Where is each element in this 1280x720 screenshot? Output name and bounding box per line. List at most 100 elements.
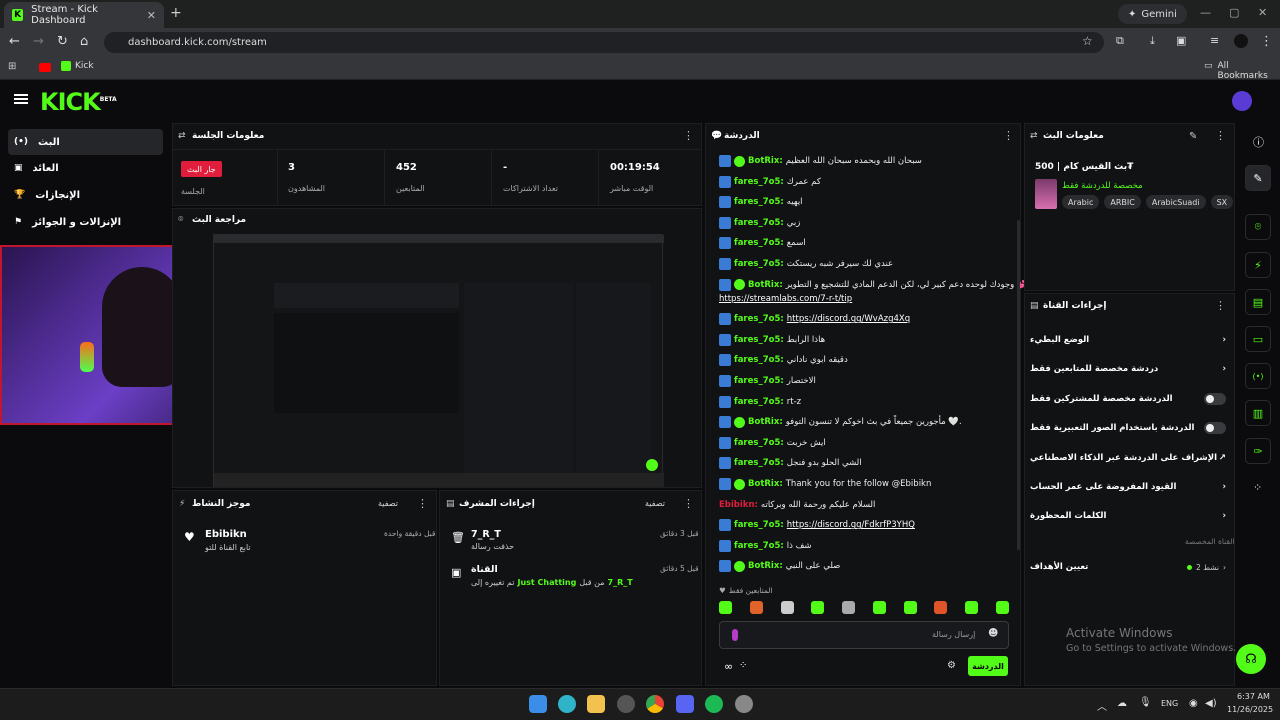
chat-username[interactable]: fares_7o5: [734, 438, 784, 448]
chat-username[interactable]: fares_7o5: [734, 218, 784, 228]
chat-link[interactable]: https://discord.gg/FdkrfP3YHQ [787, 520, 915, 530]
settings-links-icon[interactable]: ∞ [724, 660, 733, 673]
emote-only-toggle[interactable] [1204, 422, 1226, 434]
obs-icon[interactable] [617, 695, 635, 713]
chat-username[interactable]: Ebibikn: [719, 500, 758, 510]
emote-icon[interactable] [811, 601, 825, 614]
activity-filter-button[interactable]: تصفية [378, 499, 398, 508]
chat-username[interactable]: fares_7o5: [734, 197, 784, 207]
chrome-icon[interactable] [646, 695, 664, 713]
chat-link[interactable]: https://discord.gg/WvAzg4Xq [787, 314, 910, 324]
maximize-button[interactable]: ▢ [1229, 6, 1239, 19]
browser-tab[interactable]: K Stream - Kick Dashboard ✕ [4, 2, 164, 28]
user-avatar[interactable] [1232, 91, 1252, 111]
list-rail-icon[interactable]: ▥ [1245, 400, 1271, 426]
chat-menu-icon[interactable]: ⋮ [1003, 129, 1014, 142]
close-window-button[interactable]: ✕ [1258, 6, 1267, 19]
kick-bookmark[interactable]: Kick [75, 61, 94, 71]
support-chat-button[interactable]: ☊ [1236, 644, 1266, 674]
emote-icon[interactable] [903, 601, 917, 614]
subscribers-only-toggle[interactable] [1204, 393, 1226, 405]
mod-menu-icon[interactable]: ⋮ [683, 497, 694, 510]
chat-link[interactable]: https://streamlabs.com/7-r-t/tip [719, 294, 852, 304]
sidebar-item-stream[interactable]: (•) البث [8, 129, 163, 155]
chat-rail-icon[interactable]: ▭ [1245, 326, 1271, 352]
chat-username[interactable]: BotRix: [748, 479, 783, 489]
close-tab-icon[interactable]: ✕ [147, 9, 156, 22]
home-icon[interactable]: ⌂ [80, 34, 88, 49]
hamburger-menu-icon[interactable] [14, 94, 28, 104]
new-tab-button[interactable]: + [170, 5, 182, 21]
wifi-icon[interactable]: ◉ [1189, 698, 1198, 709]
browser-menu-icon[interactable]: ⋮ [1260, 34, 1273, 49]
chat-input[interactable]: إرسال رسالة ☻ [719, 621, 1009, 649]
minimize-button[interactable]: — [1200, 6, 1211, 19]
send-chat-button[interactable]: الدردشة [968, 656, 1008, 676]
emote-icon[interactable] [749, 601, 763, 614]
category-name[interactable]: مخصصة للدردشة فقط [1062, 181, 1143, 191]
edit-icon[interactable]: ✎ [1189, 131, 1197, 142]
youtube-bookmark-icon[interactable] [39, 63, 51, 72]
download-icon[interactable]: ⤓ [1150, 34, 1155, 48]
chat-username[interactable]: fares_7o5: [734, 355, 784, 365]
reload-icon[interactable]: ↻ [57, 34, 68, 49]
account-age-row[interactable]: القيود المفروضة على عمر الحساب › [1030, 479, 1226, 495]
chat-username[interactable]: fares_7o5: [734, 314, 784, 324]
users-icon[interactable]: ⁘ [739, 660, 747, 671]
chat-username[interactable]: fares_7o5: [734, 520, 784, 530]
profile-avatar[interactable] [1234, 34, 1248, 48]
edit-rail-icon[interactable]: ✎ [1245, 165, 1271, 191]
clock-date[interactable]: 11/26/2025 [1227, 705, 1273, 714]
reading-list-icon[interactable]: ≡ [1210, 34, 1219, 47]
users-rail-icon[interactable]: ⁘ [1253, 481, 1262, 494]
sidebar-item-drops[interactable]: ⚑ الإنزالات و الجوائز [8, 209, 163, 235]
settings-app-icon[interactable] [735, 695, 753, 713]
tag[interactable]: ArabicSuadi [1145, 195, 1206, 209]
extensions-icon[interactable]: ⧉ [1116, 34, 1124, 48]
chat-username[interactable]: fares_7o5: [734, 177, 784, 187]
language-indicator[interactable]: ENG [1161, 699, 1178, 708]
kick-logo[interactable]: KICKBETA [40, 88, 117, 116]
all-bookmarks[interactable]: ▭ All Bookmarks [1204, 61, 1280, 81]
cloud-icon[interactable]: ☁ [1117, 698, 1127, 709]
emote-icon[interactable] [934, 601, 948, 614]
ai-moderation-row[interactable]: الإشراف على الدردشة عبر الذكاء الاصطناعي… [1030, 450, 1226, 466]
wrench-rail-icon[interactable]: ✑ [1245, 438, 1271, 464]
bookmark-star-icon[interactable]: ☆ [1082, 34, 1093, 48]
stream-video[interactable] [213, 234, 664, 487]
mic-icon[interactable] [732, 629, 738, 641]
lightning-rail-icon[interactable]: ⚡ [1245, 252, 1271, 278]
clock-time[interactable]: 6:37 AM [1237, 692, 1270, 701]
chat-username[interactable]: fares_7o5: [734, 238, 784, 248]
spotify-icon[interactable] [705, 695, 723, 713]
discord-icon[interactable] [676, 695, 694, 713]
followers-only-row[interactable]: دردشة مخصصة للمتابعين فقط › [1030, 361, 1226, 377]
activity-menu-icon[interactable]: ⋮ [417, 497, 428, 510]
tag[interactable]: SX [1210, 195, 1234, 209]
chat-scrollbar[interactable] [1017, 220, 1020, 550]
info-circle-icon[interactable]: ⓘ [1253, 134, 1264, 150]
emote-icon[interactable] [719, 601, 732, 614]
gemini-button[interactable]: ✦ Gemini [1118, 4, 1187, 24]
url-field[interactable]: dashboard.kick.com/stream [104, 32, 1104, 53]
emoji-icon[interactable]: ☻ [988, 628, 998, 639]
chat-username[interactable]: fares_7o5: [734, 541, 784, 551]
emote-icon[interactable] [842, 601, 856, 614]
volume-icon[interactable]: ◀) [1205, 698, 1217, 709]
emote-icon[interactable] [780, 601, 794, 614]
back-icon[interactable]: ← [9, 34, 20, 49]
goals-row[interactable]: تعيين الأهداف نشط 2 › [1030, 559, 1226, 575]
emote-icon[interactable] [872, 601, 886, 614]
streaminfo-menu-icon[interactable]: ⋮ [1215, 129, 1226, 142]
camera-rail-icon[interactable]: ⌾ [1245, 214, 1271, 240]
chat-username[interactable]: fares_7o5: [734, 397, 784, 407]
forward-icon[interactable]: → [33, 34, 44, 49]
edge-icon[interactable] [558, 695, 576, 713]
emote-icon[interactable] [995, 601, 1009, 614]
chat-username[interactable]: BotRix: [748, 417, 783, 427]
chat-settings-icon[interactable]: ⚙ [947, 660, 956, 671]
channelactions-menu-icon[interactable]: ⋮ [1215, 299, 1226, 312]
chat-username[interactable]: BotRix: [748, 280, 783, 290]
mic-tray-icon[interactable]: 🎙 [1139, 697, 1152, 708]
slow-mode-row[interactable]: الوضع البطيء › [1030, 332, 1226, 348]
